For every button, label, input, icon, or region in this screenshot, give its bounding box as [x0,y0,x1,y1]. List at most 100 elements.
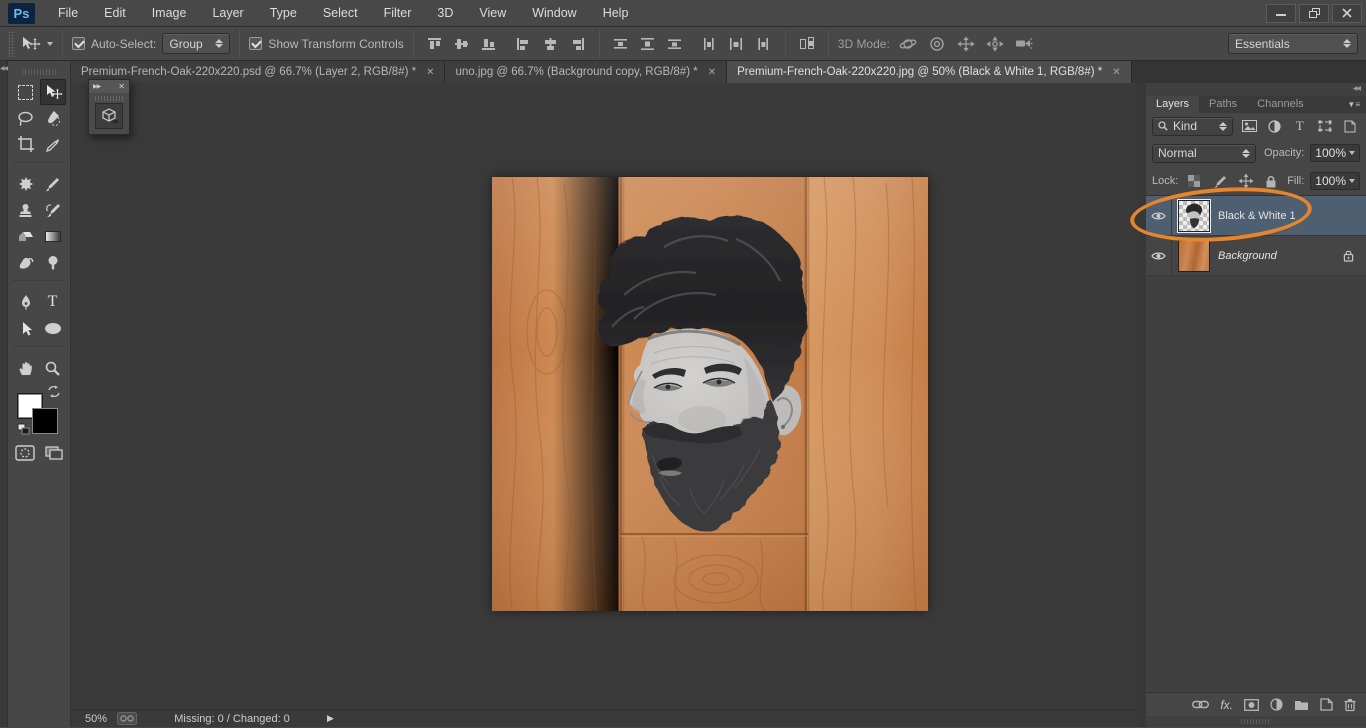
workspace-switcher[interactable]: Essentials [1228,33,1358,54]
lock-position-icon[interactable] [1236,172,1256,190]
menu-3d[interactable]: 3D [424,0,466,26]
filter-shape-layers-icon[interactable] [1315,117,1334,135]
document-canvas[interactable] [492,177,928,611]
lasso-tool[interactable] [13,105,39,131]
filter-smart-objects-icon[interactable] [1341,117,1360,135]
layer-name[interactable]: Black & White 1 [1218,210,1296,222]
menu-view[interactable]: View [466,0,519,26]
panel-grip[interactable] [95,96,123,101]
menu-edit[interactable]: Edit [91,0,139,26]
menu-layer[interactable]: Layer [199,0,256,26]
history-brush-tool[interactable] [40,197,66,223]
filter-pixel-layers-icon[interactable] [1239,117,1258,135]
align-horizontal-centers-button[interactable] [539,33,563,55]
distribute-horizontal-centers-button[interactable] [725,33,749,55]
screen-mode-button[interactable] [44,445,64,464]
crop-tool[interactable] [13,131,39,157]
minimize-button[interactable] [1266,4,1296,23]
status-menu-arrow-icon[interactable]: ▶ [327,713,334,724]
floating-panel[interactable]: ▶▶ ✕ [88,79,130,135]
swap-colors-icon[interactable] [47,385,61,398]
tab-channels[interactable]: Channels [1247,96,1313,113]
filter-type-layers-icon[interactable]: T [1290,117,1309,135]
show-transform-checkbox[interactable] [249,37,262,50]
visibility-toggle[interactable] [1146,236,1172,275]
document-tab-3-active[interactable]: Premium-French-Oak-220x220.jpg @ 50% (Bl… [727,61,1132,83]
restore-button[interactable] [1299,4,1329,23]
align-left-edges-button[interactable] [512,33,536,55]
distribute-bottom-edges-button[interactable] [663,33,687,55]
clone-stamp-tool[interactable] [13,197,39,223]
filter-kind-dropdown[interactable]: Kind [1152,117,1233,136]
move-tool-preset[interactable] [19,36,53,52]
tab-paths[interactable]: Paths [1199,96,1247,113]
panel-collapse[interactable]: ◀◀ [1146,83,1366,96]
lock-transparency-icon[interactable] [1184,172,1204,190]
auto-align-layers-button[interactable] [795,33,819,55]
path-selection-tool[interactable] [13,315,39,341]
3d-drag-icon[interactable] [954,33,978,55]
menu-image[interactable]: Image [139,0,200,26]
add-mask-icon[interactable] [1244,699,1259,711]
type-tool[interactable]: T [40,289,66,315]
hand-tool[interactable] [13,355,39,381]
tab-close-icon[interactable]: ✕ [1112,67,1120,78]
expand-panel-icon[interactable]: ▶▶ [93,83,100,90]
menu-file[interactable]: File [45,0,91,26]
link-layers-icon[interactable] [1192,700,1209,709]
menu-help[interactable]: Help [590,0,642,26]
gradient-tool[interactable] [40,223,66,249]
toolbar-grip[interactable] [22,69,56,75]
menu-window[interactable]: Window [519,0,589,26]
3d-slide-icon[interactable] [983,33,1007,55]
visibility-toggle[interactable] [1146,196,1172,235]
panel-menu-icon[interactable]: ▼≡ [1347,96,1366,113]
close-button[interactable] [1332,4,1362,23]
collapsed-panel-button[interactable] [95,103,123,129]
quick-selection-tool[interactable] [40,105,66,131]
align-vertical-centers-button[interactable] [450,33,474,55]
auto-select-checkbox[interactable] [72,37,85,50]
new-adjustment-layer-icon[interactable] [1270,698,1283,711]
new-group-icon[interactable] [1294,699,1309,711]
distribute-vertical-centers-button[interactable] [636,33,660,55]
status-text[interactable]: Missing: 0 / Changed: 0 [147,712,317,726]
fill-field[interactable]: 100% [1310,172,1360,190]
pen-tool[interactable] [13,289,39,315]
tab-layers[interactable]: Layers [1146,96,1199,113]
distribute-top-edges-button[interactable] [609,33,633,55]
zoom-tool[interactable] [40,355,66,381]
background-color[interactable] [32,408,58,434]
align-bottom-edges-button[interactable] [477,33,501,55]
eraser-tool[interactable] [13,223,39,249]
lock-pixels-icon[interactable] [1210,172,1230,190]
3d-zoom-icon[interactable] [1012,33,1036,55]
distribute-left-edges-button[interactable] [698,33,722,55]
dodge-tool[interactable] [40,249,66,275]
layer-row-black-and-white[interactable]: Black & White 1 [1146,196,1366,236]
eyedropper-tool[interactable] [40,131,66,157]
close-panel-icon[interactable]: ✕ [118,82,125,91]
zoom-level[interactable]: 50% [85,713,107,725]
distribute-right-edges-button[interactable] [752,33,776,55]
smudge-tool[interactable] [13,249,39,275]
tab-close-icon[interactable]: ✕ [426,67,434,78]
delete-layer-icon[interactable] [1344,698,1356,711]
layer-thumbnail[interactable] [1178,240,1210,272]
menu-type[interactable]: Type [257,0,310,26]
layer-name[interactable]: Background [1218,250,1277,262]
brush-tool[interactable] [40,171,66,197]
quick-mask-button[interactable] [15,445,35,464]
auto-select-target-dropdown[interactable]: Group [162,33,230,54]
filter-adjustment-layers-icon[interactable] [1265,117,1284,135]
document-tab-2[interactable]: uno.jpg @ 66.7% (Background copy, RGB/8#… [445,61,727,83]
left-dock-collapse[interactable]: ◀◀ [0,61,8,727]
3d-rotate-icon[interactable] [896,33,920,55]
healing-brush-tool[interactable] [13,171,39,197]
new-layer-icon[interactable] [1320,698,1333,711]
marquee-tool[interactable] [13,79,39,105]
menu-filter[interactable]: Filter [371,0,425,26]
align-top-edges-button[interactable] [423,33,447,55]
panel-resize-grip[interactable] [1146,716,1366,727]
3d-roll-icon[interactable] [925,33,949,55]
